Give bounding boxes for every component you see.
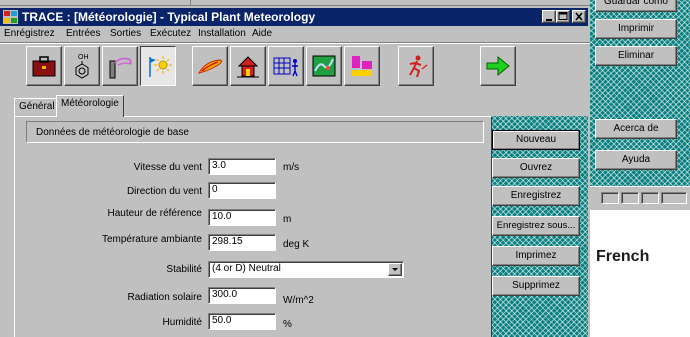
- wind-sun-icon: [149, 56, 172, 77]
- map-icon: [312, 55, 336, 77]
- wind-speed-unit: m/s: [283, 162, 300, 173]
- tab-general[interactable]: Général: [14, 98, 60, 116]
- menu-bar: Enrégistrez Entrées Sorties Exécutez Ins…: [0, 26, 590, 42]
- dispersion-button[interactable]: [192, 46, 228, 86]
- save-button[interactable]: Enregistrez: [492, 186, 580, 206]
- app-icon[interactable]: [3, 10, 18, 24]
- background-window: Guardar como Imprimir Eliminar Acerca de…: [583, 0, 690, 210]
- meteorology-button[interactable]: [140, 46, 176, 86]
- stack-emission-icon: [109, 57, 133, 79]
- save-as-button[interactable]: Enregistrez sous...: [492, 216, 580, 236]
- general-info-button[interactable]: [26, 46, 62, 86]
- humidity-label: Humidité: [162, 317, 202, 328]
- minimize-button[interactable]: [542, 10, 556, 23]
- tab-meteorologie[interactable]: Météorologie: [56, 95, 124, 117]
- close-button[interactable]: [572, 10, 586, 23]
- chemical-button[interactable]: OH: [64, 46, 100, 86]
- stability-label: Stabilité: [166, 264, 202, 275]
- new-button[interactable]: Nouveau: [492, 130, 580, 150]
- wind-speed-input[interactable]: 3.0: [208, 158, 276, 175]
- reference-height-label: Hauteur de référence: [107, 208, 202, 219]
- menu-executez[interactable]: Exécutez: [150, 28, 191, 39]
- solar-radiation-input[interactable]: 300.0: [208, 287, 276, 304]
- section-title: Données de météorologie de base: [36, 127, 189, 138]
- status-cell: [641, 192, 659, 204]
- main-window: TRACE : [Météorologie] - Typical Plant M…: [0, 0, 590, 337]
- humidity-unit: %: [283, 319, 292, 330]
- eliminar-button[interactable]: Eliminar: [595, 46, 677, 66]
- building-button[interactable]: [344, 46, 380, 86]
- chevron-down-icon: [392, 268, 398, 271]
- guardar-como-button[interactable]: Guardar como: [595, 0, 677, 12]
- language-annotation: French: [596, 248, 650, 265]
- action-panel: Nouveau Ouvrez Enregistrez Enregistrez s…: [492, 116, 588, 337]
- stability-value: (4 or D) Neutral: [212, 263, 281, 274]
- solar-radiation-unit: W/m^2: [283, 295, 314, 306]
- running-person-icon: [409, 55, 428, 78]
- status-cell: [621, 192, 639, 204]
- grid-person-icon: [273, 57, 298, 77]
- stability-dropdown-button[interactable]: [388, 263, 402, 276]
- separator: [190, 0, 191, 5]
- maximize-icon: [558, 12, 568, 20]
- stability-select[interactable]: (4 or D) Neutral: [208, 261, 404, 278]
- briefcase-icon: [32, 56, 56, 77]
- reference-height-input[interactable]: 10.0: [208, 209, 276, 226]
- status-strip: [583, 186, 690, 210]
- acerca-de-button[interactable]: Acerca de: [595, 119, 677, 139]
- house-icon: [237, 56, 259, 78]
- ambient-temperature-input[interactable]: 298.15: [208, 234, 276, 251]
- hazard-button[interactable]: [398, 46, 434, 86]
- menu-aide[interactable]: Aide: [252, 28, 272, 39]
- map-button[interactable]: [306, 46, 342, 86]
- status-cell: [661, 192, 687, 204]
- print-button[interactable]: Imprimez: [492, 246, 580, 266]
- chemical-structure-icon: OH: [75, 54, 89, 79]
- toolbar-separator: [0, 42, 590, 44]
- receptor-button[interactable]: [230, 46, 266, 86]
- solar-radiation-label: Radiation solaire: [127, 292, 203, 303]
- svg-text:OH: OH: [78, 54, 89, 61]
- wind-speed-label: Vitesse du vent: [133, 162, 202, 173]
- wind-direction-label: Direction du vent: [126, 186, 202, 197]
- window-title: TRACE : [Météorologie] - Typical Plant M…: [22, 10, 316, 24]
- menu-sorties[interactable]: Sorties: [110, 28, 141, 39]
- humidity-input[interactable]: 50.0: [208, 313, 276, 330]
- imprimir-button[interactable]: Imprimir: [595, 19, 677, 39]
- menu-installation[interactable]: Installation: [198, 28, 246, 39]
- menu-entrees[interactable]: Entrées: [66, 28, 100, 39]
- ambient-temperature-label: Température ambiante: [101, 234, 202, 245]
- plume-icon: [197, 59, 223, 74]
- blocks-icon: [352, 56, 372, 76]
- ambient-temperature-unit: deg K: [283, 239, 310, 250]
- window-behind-strip: [0, 0, 590, 6]
- close-icon: [575, 12, 583, 21]
- minimize-icon: [546, 19, 552, 21]
- delete-button[interactable]: Supprimez: [492, 276, 580, 296]
- title-bar[interactable]: TRACE : [Météorologie] - Typical Plant M…: [0, 8, 588, 26]
- wind-direction-input[interactable]: 0: [208, 182, 276, 199]
- maximize-button[interactable]: [556, 10, 570, 23]
- open-button[interactable]: Ouvrez: [492, 158, 580, 178]
- grid-button[interactable]: [268, 46, 304, 86]
- ayuda-button[interactable]: Ayuda: [595, 150, 677, 170]
- menu-enregistrez[interactable]: Enrégistrez: [4, 28, 55, 39]
- reference-height-unit: m: [283, 214, 292, 225]
- source-button[interactable]: [102, 46, 138, 86]
- status-cell: [601, 192, 619, 204]
- next-arrow-icon: [486, 55, 510, 77]
- next-button[interactable]: [480, 46, 516, 86]
